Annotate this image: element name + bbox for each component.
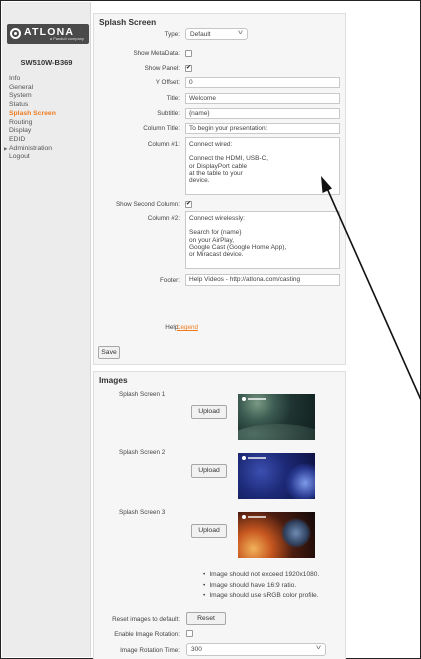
list-item: Image should use sRGB color profile. <box>203 591 319 602</box>
text-line: or DisplayPort cable <box>189 162 248 170</box>
column2-label: Column #2: <box>147 215 180 222</box>
type-label: Type: <box>164 31 180 38</box>
show-second-column-checkbox[interactable] <box>185 200 192 208</box>
column2-textarea[interactable]: Connect wirelessly: Search for {name} on… <box>185 211 340 269</box>
sidebar-item-edid[interactable]: EDID <box>9 136 56 145</box>
show-metadata-checkbox[interactable] <box>185 50 192 57</box>
subtitle-label: Subtitle: <box>157 110 180 117</box>
thumb-title-bar <box>248 457 266 459</box>
reset-button[interactable]: Reset <box>186 612 226 625</box>
splash-screen-panel: Splash Screen Type: Default v Show MetaD… <box>93 13 346 365</box>
sidebar: ATLONA a Panduit company SW510W-B369 Inf… <box>2 2 91 657</box>
y-offset-label: Y Offset: <box>155 79 180 86</box>
device-model: SW510W-B369 <box>20 58 73 67</box>
thumb-title-bar <box>248 398 266 400</box>
rotation-time-label: Image Rotation Time: <box>120 647 180 654</box>
list-item: Image should not exceed 1920x1080. <box>203 570 319 581</box>
atlona-logo: ATLONA a Panduit company <box>7 24 89 44</box>
rotation-time-select[interactable]: 300 v <box>186 643 326 656</box>
thumb-logo-icon <box>242 515 246 519</box>
rotation-time-value: 300 <box>191 646 202 653</box>
text-line: Google Cast (Google Home App), <box>189 243 287 251</box>
panel-title: Splash Screen <box>99 17 157 27</box>
list-item: Image should have 16:9 ratio. <box>203 581 319 592</box>
title-input[interactable]: Welcome <box>185 93 340 104</box>
sidebar-item-routing[interactable]: Routing <box>9 119 56 128</box>
show-metadata-label: Show MetaData: <box>133 50 180 57</box>
column1-textarea[interactable]: Connect wired: Connect the HDMI, USB-C, … <box>185 137 340 195</box>
column-title-label: Column Title: <box>143 125 180 132</box>
title-label: Title: <box>166 95 180 102</box>
text-line: device. <box>189 177 210 184</box>
chevron-down-icon: v <box>238 30 243 36</box>
sidebar-item-info[interactable]: Info <box>9 75 56 84</box>
panel-title: Images <box>99 375 128 385</box>
sidebar-item-status[interactable]: Status <box>9 101 56 110</box>
chevron-down-icon: v <box>316 645 321 651</box>
sidebar-item-general[interactable]: General <box>9 84 56 93</box>
y-offset-input[interactable]: 0 <box>185 77 340 88</box>
help-link-wrap: Legend <box>177 324 198 331</box>
text-line: Connect wired: <box>189 141 233 148</box>
splash-screen-1-thumbnail <box>238 394 315 440</box>
text-line: or Miracast device. <box>189 251 244 258</box>
splash-screen-1-label: Splash Screen 1 <box>119 391 166 398</box>
column-title-input[interactable]: To begin your presentation: <box>185 123 340 134</box>
legend-link[interactable]: Legend <box>177 324 198 331</box>
thumb-logo-icon <box>242 397 246 401</box>
splash-screen-2-label: Splash Screen 2 <box>119 449 166 456</box>
text-line: Search for {name} <box>189 229 242 237</box>
text-line: at the table to your <box>189 169 243 177</box>
splash-screen-3-thumbnail <box>238 512 315 558</box>
text-line: Connect the HDMI, USB-C, <box>189 155 269 163</box>
save-button[interactable]: Save <box>98 346 120 359</box>
sidebar-nav: Info General System Status Splash Screen… <box>4 75 56 162</box>
enable-rotation-checkbox[interactable] <box>186 630 193 637</box>
images-panel: Images Splash Screen 1 Upload Splash Scr… <box>93 371 346 659</box>
enable-rotation-label: Enable Image Rotation: <box>114 631 180 638</box>
atlona-logo-icon <box>10 28 21 39</box>
show-panel-label: Show Panel: <box>144 65 180 72</box>
expand-caret-icon: ▶ <box>4 145 8 151</box>
type-select[interactable]: Default v <box>185 28 248 40</box>
sidebar-item-administration[interactable]: ▶ Administration <box>4 144 56 154</box>
sidebar-item-system[interactable]: System <box>9 92 56 101</box>
text-line: Connect wirelessly: <box>189 215 245 222</box>
show-second-column-label: Show Second Column: <box>115 201 180 208</box>
sidebar-item-splash-screen[interactable]: Splash Screen <box>9 110 56 119</box>
footer-input[interactable]: Help Videos - http://atlona.com/casting <box>185 274 340 286</box>
sidebar-item-logout[interactable]: Logout <box>9 153 56 162</box>
upload-button-2[interactable]: Upload <box>191 464 227 478</box>
sidebar-item-display[interactable]: Display <box>9 127 56 136</box>
image-requirements-list: Image should not exceed 1920x1080. Image… <box>203 570 319 602</box>
reset-images-label: Reset images to default: <box>112 616 180 623</box>
text-line <box>189 148 336 155</box>
splash-screen-3-label: Splash Screen 3 <box>119 509 166 516</box>
show-panel-checkbox[interactable] <box>185 64 192 72</box>
thumb-logo-icon <box>242 456 246 460</box>
subtitle-input[interactable]: {name} <box>185 108 340 119</box>
type-select-value: Default <box>190 31 211 38</box>
column1-label: Column #1: <box>147 141 180 148</box>
splash-screen-2-thumbnail <box>238 453 315 499</box>
thumb-title-bar <box>248 516 266 518</box>
logo-tagline: a Panduit company <box>49 37 84 41</box>
upload-button-1[interactable]: Upload <box>191 405 227 419</box>
text-line: on your AirPlay, <box>189 236 235 244</box>
text-line <box>189 222 336 229</box>
upload-button-3[interactable]: Upload <box>191 524 227 538</box>
sidebar-item-label: Administration <box>9 144 53 152</box>
footer-label: Footer: <box>160 277 180 284</box>
